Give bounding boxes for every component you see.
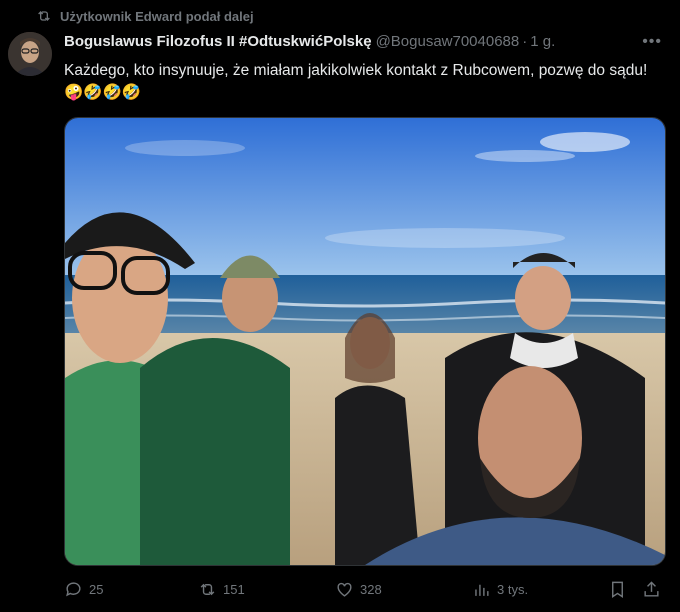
- views-button[interactable]: 3 tys.: [472, 580, 528, 599]
- reply-icon: [66, 582, 81, 597]
- repost-button[interactable]: 151: [198, 580, 245, 599]
- like-count: 328: [360, 582, 382, 597]
- like-button[interactable]: 328: [335, 580, 382, 599]
- repost-count: 151: [223, 582, 245, 597]
- separator: ·: [522, 33, 528, 50]
- heart-icon: [337, 582, 352, 597]
- author-handle[interactable]: @Bogusaw70040688: [376, 33, 520, 50]
- tweet-header: Boguslawus Filozofus II #OdtuskwićPolskę…: [64, 33, 670, 50]
- timestamp[interactable]: 1 g.: [530, 33, 555, 50]
- reply-button[interactable]: 25: [64, 580, 103, 599]
- tweet-text: Każdego, kto insynuuje, że miałam jakiko…: [64, 60, 664, 104]
- avatar[interactable]: [8, 32, 52, 76]
- views-chart-icon: [475, 584, 489, 596]
- tweet-emojis: 🤪🤣🤣🤣: [64, 84, 142, 101]
- repost-action-icon: [200, 583, 215, 596]
- repost-icon: [38, 11, 50, 21]
- tweet-body: Każdego, kto insynuuje, że miałam jakiko…: [64, 62, 648, 79]
- repost-indicator: Użytkownik Edward podał dalej: [36, 8, 254, 24]
- more-options-icon[interactable]: •••: [642, 33, 662, 51]
- share-icon: [644, 581, 659, 597]
- views-count: 3 tys.: [497, 582, 529, 597]
- bookmark-button[interactable]: [608, 580, 627, 599]
- author-name[interactable]: Boguslawus Filozofus II #OdtuskwićPolskę: [64, 33, 372, 50]
- repost-text: Użytkownik Edward podał dalej: [60, 8, 254, 24]
- share-button[interactable]: [642, 580, 661, 599]
- bookmark-icon: [612, 581, 623, 598]
- tweet-photo[interactable]: [64, 117, 666, 566]
- action-bar: 25 151 328 3 tys.: [64, 578, 664, 602]
- reply-count: 25: [89, 582, 104, 597]
